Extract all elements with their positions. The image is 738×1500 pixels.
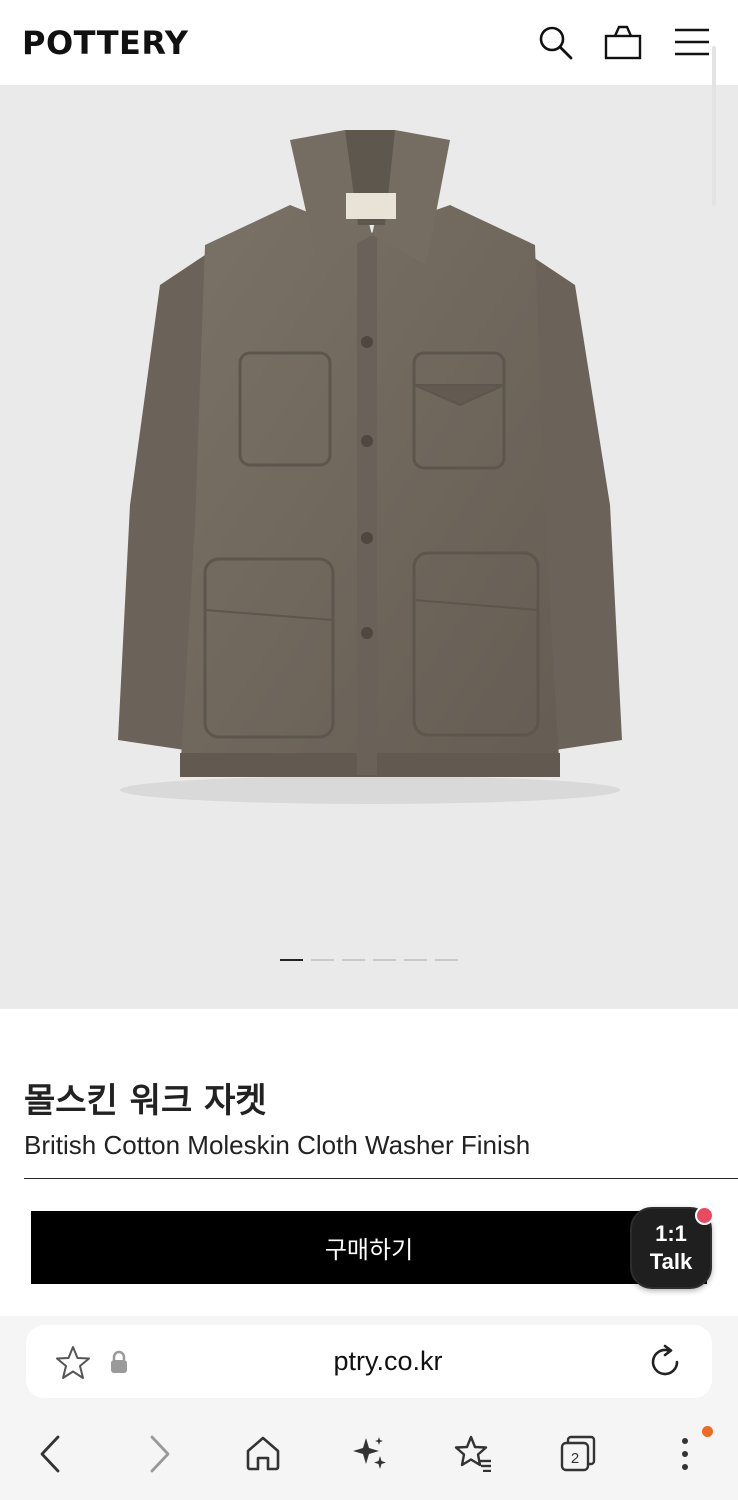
carousel-dot[interactable]	[373, 959, 396, 961]
tab-count: 2	[571, 1450, 579, 1467]
tabs-icon[interactable]: 2	[558, 1434, 598, 1474]
url-text[interactable]: ptry.co.kr	[0, 1346, 738, 1377]
forward-icon[interactable]	[144, 1434, 174, 1474]
more-icon[interactable]	[675, 1436, 695, 1472]
jacket-image	[118, 130, 622, 804]
carousel-dot[interactable]	[404, 959, 427, 961]
page: POTTERY 몰스킨 워크 자켓 British Cotton Moleski…	[0, 0, 738, 1500]
carousel-indicator	[0, 959, 738, 965]
back-icon[interactable]	[36, 1434, 66, 1474]
shopping-bag-icon[interactable]	[603, 22, 643, 62]
buy-button[interactable]: 구매하기	[31, 1211, 707, 1284]
talk-label-line1: 1:1	[655, 1221, 687, 1246]
site-header: POTTERY	[0, 0, 738, 85]
sparkle-icon[interactable]	[350, 1434, 388, 1472]
reload-icon[interactable]	[646, 1343, 684, 1381]
carousel-dot[interactable]	[311, 959, 334, 961]
home-icon[interactable]	[244, 1434, 282, 1472]
carousel-dot[interactable]	[435, 959, 458, 961]
product-title: 몰스킨 워크 자켓	[24, 1081, 267, 1121]
talk-label-line2: Talk	[649, 1249, 693, 1274]
product-subtitle: British Cotton Moleskin Cloth Washer Fin…	[24, 1130, 531, 1160]
carousel-dot[interactable]	[342, 959, 365, 961]
hamburger-menu-icon[interactable]	[672, 22, 712, 62]
product-image-carousel[interactable]	[0, 85, 738, 1009]
pottery-logo[interactable]: POTTERY	[22, 24, 188, 62]
search-icon[interactable]	[535, 22, 575, 62]
menu-notification-dot	[702, 1426, 713, 1437]
notification-badge	[695, 1206, 714, 1225]
bookmarks-icon[interactable]	[453, 1434, 493, 1473]
carousel-dot[interactable]	[280, 959, 303, 961]
divider	[24, 1178, 738, 1179]
page-scrollbar[interactable]	[712, 46, 716, 206]
